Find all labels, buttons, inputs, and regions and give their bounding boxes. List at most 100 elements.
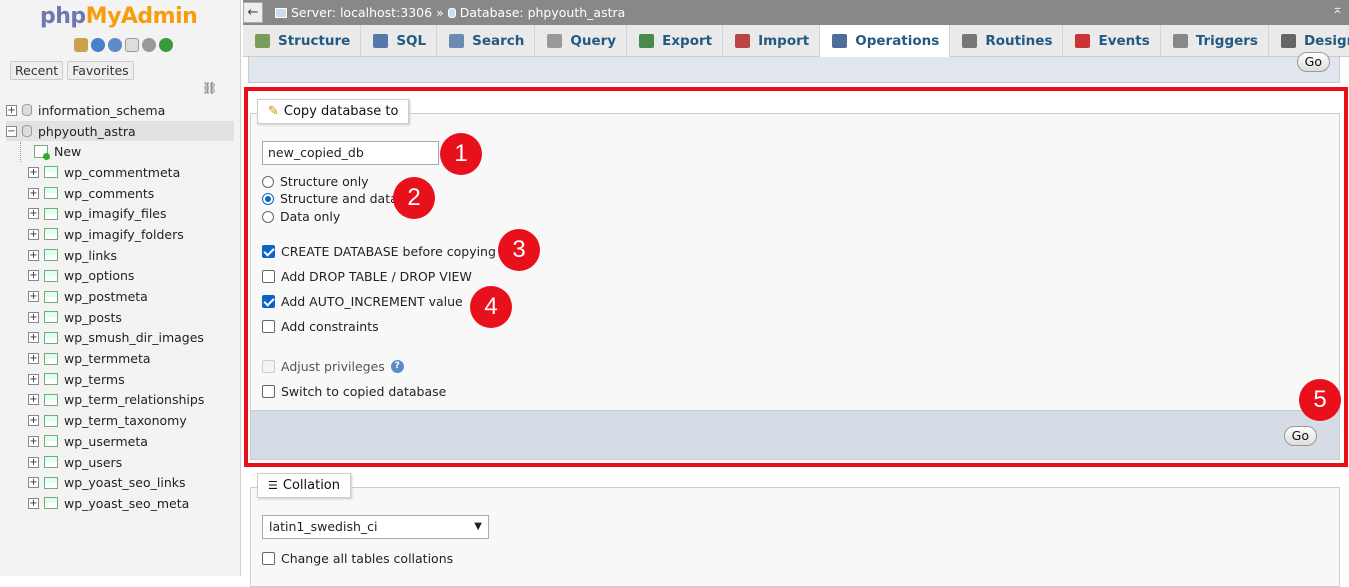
expand-icon[interactable]: + [28, 311, 39, 323]
expand-icon[interactable]: + [28, 477, 39, 489]
tab-query[interactable]: Query [535, 25, 628, 57]
expand-icon[interactable]: + [28, 456, 39, 468]
logout-icon[interactable] [91, 38, 105, 52]
query-icon [547, 34, 563, 48]
tree-table-row[interactable]: + wp_smush_dir_images [6, 328, 234, 349]
breadcrumb-database[interactable]: Database: phpyouth_astra [460, 5, 626, 20]
structure-icon [255, 34, 270, 48]
tab-label: Export [662, 33, 713, 49]
phpmyadmin-logo[interactable]: phpMyAdmin [40, 4, 198, 29]
tree-table-row[interactable]: + wp_posts [6, 307, 234, 328]
tab-label: Structure [278, 33, 351, 49]
collapse-topbar-icon[interactable]: ⌅ [1332, 2, 1343, 17]
table-name[interactable]: wp_imagify_folders [64, 227, 184, 242]
tab-events[interactable]: Events [1063, 25, 1161, 57]
tab-search[interactable]: Search [437, 25, 536, 57]
tree-table-row[interactable]: + wp_yoast_seo_links [6, 472, 234, 493]
expand-icon[interactable]: + [28, 208, 39, 220]
tree-table-row[interactable]: + wp_postmeta [6, 286, 234, 307]
table-icon [44, 187, 58, 200]
tree-table-row[interactable]: + wp_yoast_seo_meta [6, 493, 234, 514]
db-name[interactable]: phpyouth_astra [38, 124, 136, 139]
link-icon[interactable]: ⛓ [202, 81, 217, 95]
expand-icon[interactable]: + [28, 394, 39, 406]
table-name[interactable]: wp_yoast_seo_meta [64, 496, 189, 511]
tab-routines[interactable]: Routines [950, 25, 1064, 57]
tree-table-row[interactable]: + wp_usermeta [6, 431, 234, 452]
tab-import[interactable]: Import [723, 25, 821, 57]
expand-icon[interactable]: + [28, 291, 39, 303]
checkbox[interactable] [262, 552, 275, 565]
table-name[interactable]: wp_posts [64, 310, 122, 325]
tree-table-row[interactable]: + wp_imagify_files [6, 203, 234, 224]
table-icon [44, 456, 58, 469]
db-name[interactable]: information_schema [38, 103, 165, 118]
docs-icon[interactable] [125, 38, 139, 52]
new-table-label[interactable]: New [54, 144, 81, 159]
tree-table-row[interactable]: + wp_options [6, 266, 234, 287]
table-name[interactable]: wp_terms [64, 372, 125, 387]
tree-db-phpyouth-astra[interactable]: − phpyouth_astra [6, 120, 234, 142]
back-arrow-button[interactable]: ← [243, 2, 263, 23]
expand-icon[interactable]: + [28, 332, 39, 344]
tree-table-row[interactable]: + wp_imagify_folders [6, 224, 234, 245]
recent-tab[interactable]: Recent [10, 61, 64, 80]
tab-structure[interactable]: Structure [243, 25, 362, 57]
expand-icon[interactable]: + [28, 187, 39, 199]
expand-icon[interactable]: + [28, 249, 39, 261]
expand-icon[interactable]: + [28, 415, 39, 427]
expand-icon[interactable]: + [28, 373, 39, 385]
tab-operations[interactable]: Operations [820, 25, 951, 57]
tree-table-row[interactable]: + wp_users [6, 452, 234, 473]
table-name[interactable]: wp_links [64, 248, 117, 263]
home-icon[interactable] [74, 38, 88, 52]
reload-icon[interactable] [159, 38, 173, 52]
tab-triggers[interactable]: Triggers [1161, 25, 1269, 57]
table-icon [44, 476, 58, 489]
previous-go-button[interactable]: Go [1296, 52, 1330, 72]
table-name[interactable]: wp_postmeta [64, 289, 148, 304]
expand-icon[interactable]: + [28, 270, 39, 282]
tree-new-table[interactable]: New [6, 141, 234, 162]
tree-table-row[interactable]: + wp_commentmeta [6, 162, 234, 183]
table-name[interactable]: wp_options [64, 268, 134, 283]
tab-label: Triggers [1195, 33, 1258, 49]
server-icon [275, 7, 287, 18]
tree-table-row[interactable]: + wp_term_relationships [6, 390, 234, 411]
tab-sql[interactable]: SQL [361, 25, 438, 57]
collation-select[interactable]: latin1_swedish_ci ▼ [262, 515, 489, 539]
breadcrumb-server[interactable]: Server: localhost:3306 [291, 5, 432, 20]
tree-table-row[interactable]: + wp_term_taxonomy [6, 410, 234, 431]
tree-db-information-schema[interactable]: + information_schema [6, 100, 234, 121]
tree-table-row[interactable]: + wp_links [6, 245, 234, 266]
tree-table-row[interactable]: + wp_comments [6, 183, 234, 204]
collapse-icon[interactable]: − [6, 125, 17, 137]
tab-export[interactable]: Export [627, 25, 724, 57]
checkbox-change-all-collations[interactable]: Change all tables collations [262, 551, 453, 566]
table-name[interactable]: wp_commentmeta [64, 165, 180, 180]
expand-icon[interactable]: + [28, 166, 39, 178]
favorites-tab[interactable]: Favorites [67, 61, 134, 80]
table-name[interactable]: wp_usermeta [64, 434, 148, 449]
server-breadcrumb-bar: ← Server: localhost:3306 » Database: php… [243, 0, 1349, 25]
table-name[interactable]: wp_term_taxonomy [64, 413, 187, 428]
table-name[interactable]: wp_imagify_files [64, 206, 167, 221]
help-icon[interactable] [108, 38, 122, 52]
tree-table-row[interactable]: + wp_terms [6, 369, 234, 390]
expand-icon[interactable]: + [28, 228, 39, 240]
table-name[interactable]: wp_users [64, 455, 122, 470]
export-icon [639, 34, 655, 48]
table-name[interactable]: wp_smush_dir_images [64, 330, 204, 345]
table-name[interactable]: wp_yoast_seo_links [64, 475, 186, 490]
table-name[interactable]: wp_term_relationships [64, 392, 204, 407]
expand-icon[interactable]: + [28, 435, 39, 447]
table-name[interactable]: wp_comments [64, 186, 154, 201]
expand-icon[interactable]: + [28, 497, 39, 509]
table-icon [44, 166, 58, 179]
gear-icon[interactable] [142, 38, 156, 52]
expand-icon[interactable]: + [28, 353, 39, 365]
expand-icon[interactable]: + [6, 104, 17, 116]
tree-table-row[interactable]: + wp_termmeta [6, 348, 234, 369]
table-name[interactable]: wp_termmeta [64, 351, 151, 366]
table-icon [44, 373, 58, 386]
